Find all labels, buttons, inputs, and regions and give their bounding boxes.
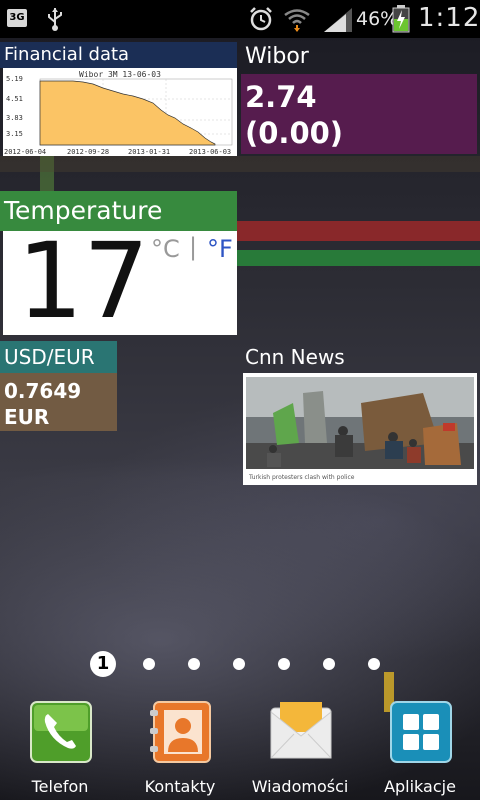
temperature-box[interactable]: 17 °C | °F [3, 225, 237, 337]
financial-data-title[interactable]: Financial data [0, 42, 237, 68]
wibor-title[interactable]: Wibor [241, 44, 309, 69]
dock-label: Aplikacje [384, 777, 456, 796]
wibor-value: 2.74 [245, 80, 317, 114]
page-dot-active[interactable]: 1 [90, 651, 116, 677]
messages-icon [270, 702, 332, 759]
wallpaper-streak [237, 250, 480, 266]
chart-label: Wibor 3M 13-06-03 [79, 70, 161, 79]
wibor-chart-svg: Wibor 3M 13-06-03 5.19 4.51 3.83 3.15 20… [4, 70, 233, 156]
usd-eur-title[interactable]: USD/EUR [0, 341, 117, 373]
usd-eur-box[interactable]: 0.7649 EUR [0, 373, 117, 431]
usd-eur-value: 0.7649 [4, 379, 82, 403]
wibor-value-box[interactable]: 2.74 (0.00) [241, 74, 477, 154]
dock-telefon[interactable]: Telefon [5, 700, 115, 800]
dock-wiadomosci[interactable]: Wiadomości [245, 700, 355, 800]
y-tick: 3.83 [6, 114, 23, 122]
contacts-icon [150, 701, 211, 763]
3g-icon: 3G [7, 9, 27, 27]
cnn-news-box[interactable]: Turkish protesters clash with police [243, 373, 477, 485]
wibor-change: (0.00) [245, 116, 344, 150]
page-dot[interactable] [368, 658, 380, 670]
usd-eur-currency: EUR [4, 405, 50, 429]
page-dot[interactable] [233, 658, 245, 670]
y-tick: 5.19 [6, 75, 23, 83]
signal-icon [324, 8, 352, 32]
x-tick: 2013-01-31 [128, 148, 170, 156]
financial-chart[interactable]: Wibor 3M 13-06-03 5.19 4.51 3.83 3.15 20… [3, 68, 237, 156]
wifi-icon [284, 9, 310, 32]
page-dot[interactable] [143, 658, 155, 670]
fahrenheit-toggle[interactable]: °F [207, 235, 233, 263]
page-dot[interactable] [188, 658, 200, 670]
clock: 1:12 [418, 3, 480, 33]
news-caption: Turkish protesters clash with police [249, 474, 355, 481]
status-bar: 3G 46% 1:12 [0, 0, 480, 38]
y-tick: 4.51 [6, 95, 23, 103]
news-photo [246, 377, 474, 469]
celsius-toggle[interactable]: °C [151, 235, 180, 263]
dock-label: Kontakty [144, 777, 216, 796]
page-dot[interactable] [278, 658, 290, 670]
apps-grid-icon [390, 701, 452, 763]
dock-label: Wiadomości [251, 777, 349, 796]
phone-icon [30, 701, 92, 763]
x-tick: 2012-06-04 [4, 148, 46, 156]
wallpaper-streak [237, 221, 480, 241]
battery-charging-icon [392, 5, 410, 33]
x-tick: 2013-06-03 [189, 148, 231, 156]
dock-kontakty[interactable]: Kontakty [125, 700, 235, 800]
x-tick: 2012-09-28 [67, 148, 109, 156]
y-tick: 3.15 [6, 130, 23, 138]
cnn-news-title[interactable]: Cnn News [241, 345, 345, 369]
unit-separator: | [189, 233, 198, 261]
alarm-icon [250, 7, 272, 31]
dock-aplikacje[interactable]: Aplikacje [365, 700, 475, 800]
page-dot[interactable] [323, 658, 335, 670]
dock-label: Telefon [31, 777, 89, 796]
wallpaper-streak [0, 156, 480, 172]
page-indicator[interactable]: 1 [90, 651, 390, 677]
temperature-value: 17 [17, 220, 150, 342]
usb-icon [48, 8, 62, 31]
